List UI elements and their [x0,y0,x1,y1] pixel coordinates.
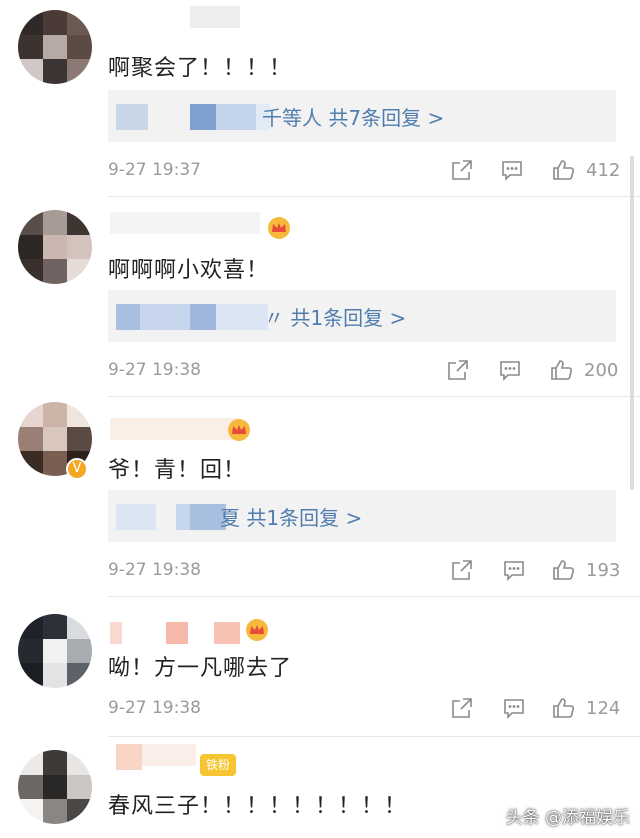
share-icon[interactable] [450,696,474,720]
like-count: 193 [586,560,621,581]
reply-preview-box[interactable]: 夏 共1条回复 > [108,490,616,542]
divider [108,736,640,737]
username-blurred[interactable] [110,212,260,236]
reply-preview-box[interactable]: 千等人 共7条回复 > [108,90,616,142]
comment-meta: 9-27 19:38 124 [108,696,621,724]
fan-badge: 铁粉 [200,754,237,776]
username-blurred[interactable] [110,622,260,646]
comment-text: 呦！方一凡哪去了 [108,656,293,681]
timestamp: 9-27 19:38 [108,360,201,380]
avatar[interactable] [18,614,92,688]
crown-icon [266,216,292,240]
scrollbar[interactable] [630,156,634,490]
share-icon[interactable] [450,158,474,182]
comment-meta: 9-27 19:38 200 [108,358,618,386]
timestamp: 9-27 19:38 [108,698,201,718]
comment-icon[interactable] [498,358,522,382]
like-count: 200 [584,360,619,381]
crown-icon [244,618,270,642]
avatar[interactable] [18,10,92,84]
like-count: 412 [586,160,621,181]
like-count: 124 [586,698,621,719]
avatar[interactable] [18,210,92,284]
view-replies-link[interactable]: 千等人 共7条回复 > [262,102,444,131]
comment-text: 啊啊啊小欢喜！ [108,258,270,283]
verified-v-icon: V [66,458,88,480]
watermark: 头条 @添福娱乐 [505,808,630,828]
comment-text: 春风三子！！！！！！！！！ [108,794,408,819]
username-blurred[interactable] [110,418,240,442]
comment-icon[interactable] [502,696,526,720]
thumbs-up-icon[interactable] [552,158,576,182]
reply-preview-box[interactable]: 〃 共1条回复 > [108,290,616,342]
timestamp: 9-27 19:38 [108,560,201,580]
thumbs-up-icon[interactable] [550,358,574,382]
username-blurred[interactable] [190,6,250,30]
comment-icon[interactable] [502,558,526,582]
thumbs-up-icon[interactable] [552,558,576,582]
share-icon[interactable] [446,358,470,382]
view-replies-link[interactable]: 夏 共1条回复 > [220,502,362,531]
thumbs-up-icon[interactable] [552,696,576,720]
comment-text: 爷！青！回！ [108,458,247,483]
avatar[interactable] [18,750,92,824]
crown-icon [226,418,252,442]
share-icon[interactable] [450,558,474,582]
comment-meta: 9-27 19:38 193 [108,558,621,586]
comment-icon[interactable] [500,158,524,182]
divider [108,396,640,397]
comment-meta: 9-27 19:37 412 [108,158,621,186]
view-replies-link[interactable]: 〃 共1条回复 > [264,302,406,331]
divider [108,596,640,597]
username-blurred[interactable] [116,744,196,770]
comment-text: 啊聚会了！！！！ [108,56,293,81]
divider [108,196,640,197]
timestamp: 9-27 19:37 [108,160,201,180]
